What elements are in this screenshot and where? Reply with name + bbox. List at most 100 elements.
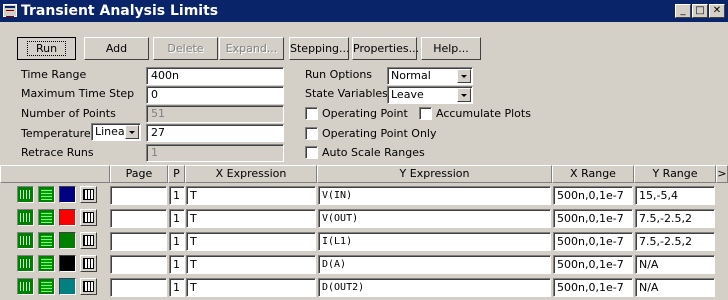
state-variables-select[interactable]: Leave [387, 86, 473, 104]
plot-bars-icon[interactable] [38, 255, 55, 272]
state-variables-label: State Variables [305, 87, 388, 100]
num-points-label: Number of Points [21, 107, 116, 120]
stepping-button[interactable]: Stepping... [289, 37, 350, 60]
plot-bars-icon[interactable] [38, 186, 55, 203]
x-range-cell[interactable]: 500n,0,1e-7 [553, 278, 633, 297]
waveform-icon[interactable] [17, 232, 34, 249]
properties-button[interactable]: Properties... [352, 37, 419, 60]
p-cell[interactable]: 1 [169, 255, 185, 274]
header-y-expression[interactable]: Y Expression [317, 165, 552, 183]
time-range-input[interactable]: 400n [146, 67, 284, 85]
header-x-range[interactable]: X Range [552, 165, 634, 183]
p-cell[interactable]: 1 [169, 232, 185, 251]
page-cell[interactable] [110, 255, 167, 274]
accumulate-plots-label: Accumulate Plots [436, 107, 531, 120]
run-options-select[interactable]: Normal [387, 67, 473, 85]
y-range-cell[interactable]: 7.5,-2.5,2 [635, 232, 715, 251]
table-icon[interactable] [80, 232, 97, 249]
waveform-icon[interactable] [17, 278, 34, 295]
run-button[interactable]: Run [17, 37, 76, 60]
temperature-mode-select[interactable]: Linear [91, 123, 141, 141]
page-cell[interactable] [110, 232, 167, 251]
waveform-icon[interactable] [17, 255, 34, 272]
auto-scale-ranges-checkbox[interactable] [305, 146, 318, 159]
waveform-icon[interactable] [17, 186, 34, 203]
add-button[interactable]: Add [84, 37, 149, 60]
max-time-step-input[interactable]: 0 [146, 86, 284, 104]
color-swatch-icon[interactable] [59, 278, 76, 295]
num-points-input[interactable]: 51 [146, 105, 284, 123]
color-swatch-icon[interactable] [59, 255, 76, 272]
table-row: 1 T I(L1) 500n,0,1e-7 7.5,-2.5,2 [0, 229, 728, 253]
operating-point-checkbox[interactable] [305, 107, 318, 120]
page-cell[interactable] [110, 278, 167, 297]
table-icon[interactable] [80, 255, 97, 272]
y-range-cell[interactable]: N/A [635, 278, 715, 297]
chevron-down-icon[interactable] [457, 88, 471, 102]
y-expression-cell[interactable]: D(A) [318, 255, 551, 274]
retrace-runs-label: Retrace Runs [21, 146, 94, 159]
expand-button[interactable]: Expand... [219, 37, 284, 60]
x-expression-cell[interactable]: T [186, 209, 316, 228]
p-cell[interactable]: 1 [169, 186, 185, 205]
table-row: 1 T V(IN) 500n,0,1e-7 15,-5,4 [0, 183, 728, 207]
color-swatch-icon[interactable] [59, 232, 76, 249]
p-cell[interactable]: 1 [169, 209, 185, 228]
temperature-input[interactable]: 27 [146, 124, 284, 142]
header-more[interactable]: > [716, 165, 728, 183]
table-row: 1 T D(A) 500n,0,1e-7 N/A [0, 252, 728, 276]
title-bar: Transient Analysis Limits _ □ ✕ [0, 0, 728, 22]
table-row: 1 T D(OUT2) 500n,0,1e-7 N/A [0, 275, 728, 299]
x-range-cell[interactable]: 500n,0,1e-7 [553, 186, 633, 205]
y-range-cell[interactable]: 15,-5,4 [635, 186, 715, 205]
x-expression-cell[interactable]: T [186, 186, 316, 205]
p-cell[interactable]: 1 [169, 278, 185, 297]
x-expression-cell[interactable]: T [186, 278, 316, 297]
page-cell[interactable] [110, 209, 167, 228]
y-range-cell[interactable]: N/A [635, 255, 715, 274]
temperature-label: Temperature [21, 127, 91, 140]
time-range-label: Time Range [21, 68, 87, 81]
maximize-icon[interactable]: □ [692, 4, 708, 18]
operating-point-only-label: Operating Point Only [322, 127, 437, 140]
x-expression-cell[interactable]: T [186, 255, 316, 274]
header-x-expression[interactable]: X Expression [185, 165, 317, 183]
accumulate-plots-checkbox[interactable] [419, 107, 432, 120]
color-swatch-icon[interactable] [59, 209, 76, 226]
y-expression-cell[interactable]: V(OUT) [318, 209, 551, 228]
plot-bars-icon[interactable] [38, 209, 55, 226]
run-options-label: Run Options [305, 68, 373, 81]
x-range-cell[interactable]: 500n,0,1e-7 [553, 209, 633, 228]
waveform-icon[interactable] [17, 209, 34, 226]
color-swatch-icon[interactable] [59, 186, 76, 203]
header-y-range[interactable]: Y Range [634, 165, 716, 183]
minimize-icon[interactable]: _ [675, 4, 691, 18]
chevron-down-icon[interactable] [457, 69, 471, 83]
y-expression-cell[interactable]: V(IN) [318, 186, 551, 205]
y-expression-cell[interactable]: I(L1) [318, 232, 551, 251]
chevron-down-icon[interactable] [125, 125, 139, 139]
table-icon[interactable] [80, 209, 97, 226]
plot-bars-icon[interactable] [38, 278, 55, 295]
retrace-runs-input[interactable]: 1 [146, 144, 284, 162]
x-range-cell[interactable]: 500n,0,1e-7 [553, 255, 633, 274]
close-icon[interactable]: ✕ [709, 4, 725, 18]
delete-button[interactable]: Delete [153, 37, 218, 60]
header-page[interactable]: Page [110, 165, 168, 183]
page-cell[interactable] [110, 186, 167, 205]
table-row: 1 T V(OUT) 500n,0,1e-7 7.5,-2.5,2 [0, 206, 728, 230]
app-icon [3, 4, 17, 17]
y-expression-cell[interactable]: D(OUT2) [318, 278, 551, 297]
x-expression-cell[interactable]: T [186, 232, 316, 251]
x-range-cell[interactable]: 500n,0,1e-7 [553, 232, 633, 251]
operating-point-label: Operating Point [322, 107, 408, 120]
table-icon[interactable] [80, 278, 97, 295]
table-icon[interactable] [80, 186, 97, 203]
help-button[interactable]: Help... [421, 37, 481, 60]
max-time-step-label: Maximum Time Step [21, 87, 135, 100]
y-range-cell[interactable]: 7.5,-2.5,2 [635, 209, 715, 228]
operating-point-only-checkbox[interactable] [305, 127, 318, 140]
grid-header-blank [0, 165, 110, 183]
plot-bars-icon[interactable] [38, 232, 55, 249]
header-p[interactable]: P [168, 165, 185, 183]
